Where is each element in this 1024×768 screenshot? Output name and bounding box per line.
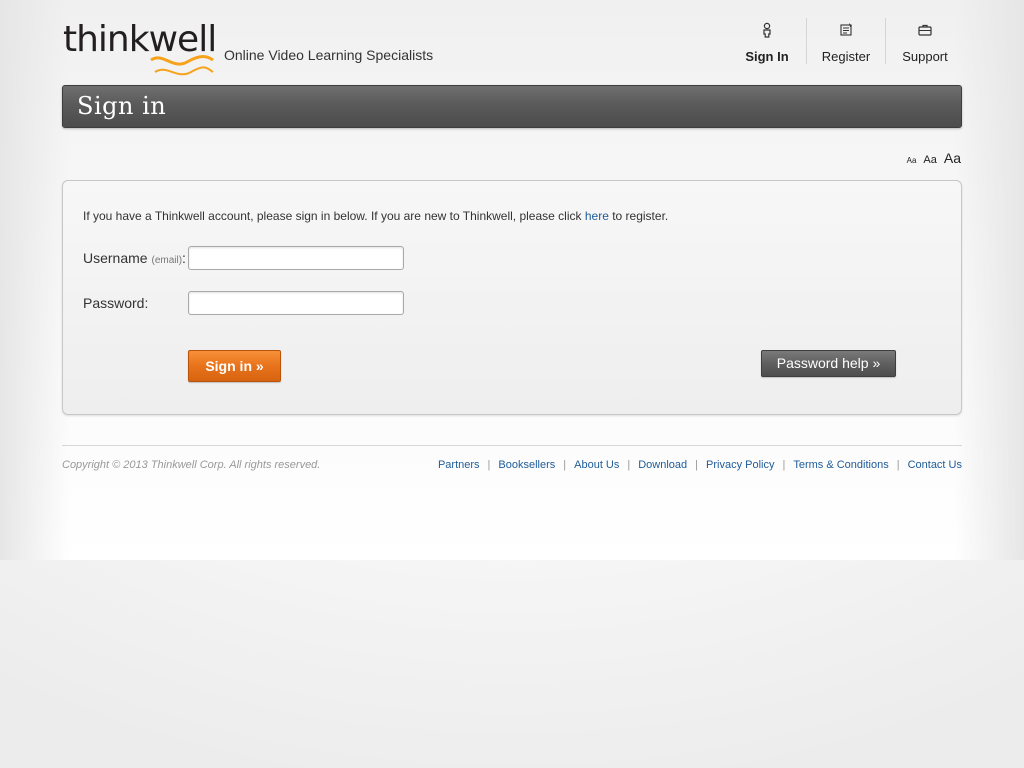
username-label-text: Username	[83, 250, 148, 266]
footer-link-about-us[interactable]: About Us	[574, 459, 619, 471]
briefcase-icon	[918, 24, 932, 36]
page-title: Sign in	[77, 92, 167, 120]
tagline: Online Video Learning Specialists	[224, 47, 434, 63]
footer-divider	[62, 445, 962, 446]
intro-text-before: If you have a Thinkwell account, please …	[83, 209, 585, 223]
footer-link-partners[interactable]: Partners	[438, 459, 480, 471]
font-size-small-button[interactable]: Aa	[907, 156, 917, 165]
thinkwell-logo[interactable]: thinkwell	[63, 18, 218, 82]
copyright-text: Copyright © 2013 Thinkwell Corp. All rig…	[62, 459, 321, 471]
sign-in-button[interactable]: Sign in »	[188, 350, 281, 382]
nav-sign-in-label: Sign In	[745, 49, 789, 64]
footer-link-privacy-policy[interactable]: Privacy Policy	[706, 459, 774, 471]
person-icon	[763, 22, 771, 38]
username-field[interactable]	[188, 246, 404, 270]
password-label: Password:	[83, 295, 149, 311]
page-title-bar: Sign in	[62, 85, 962, 128]
nav-sign-in[interactable]: Sign In	[728, 18, 806, 64]
nav-register[interactable]: Register	[806, 18, 885, 64]
footer-link-booksellers[interactable]: Booksellers	[498, 459, 555, 471]
register-here-link[interactable]: here	[585, 209, 609, 223]
font-size-medium-button[interactable]: Aa	[923, 154, 936, 166]
footer-link-download[interactable]: Download	[638, 459, 687, 471]
password-field[interactable]	[188, 291, 404, 315]
footer-separator: |	[627, 459, 631, 471]
register-icon	[840, 23, 852, 36]
nav-support[interactable]: Support	[885, 18, 964, 64]
font-size-controls: Aa Aa Aa	[900, 150, 961, 166]
nav-register-label: Register	[821, 49, 871, 64]
footer-link-terms[interactable]: Terms & Conditions	[793, 459, 888, 471]
username-colon: :	[182, 250, 186, 266]
username-label: Username (email):	[83, 250, 186, 266]
footer-separator: |	[782, 459, 786, 471]
footer-separator: |	[896, 459, 900, 471]
username-hint: (email)	[151, 255, 183, 266]
logo-swoosh-icon	[150, 55, 214, 76]
font-size-large-button[interactable]: Aa	[944, 150, 961, 166]
nav-support-label: Support	[902, 49, 948, 64]
intro-text-after: to register.	[608, 209, 669, 223]
footer-separator: |	[695, 459, 699, 471]
footer-links: Partners | Booksellers | About Us | Down…	[438, 459, 962, 471]
footer-separator: |	[563, 459, 567, 471]
footer-link-contact-us[interactable]: Contact Us	[908, 459, 962, 471]
top-nav: Sign In Register Support	[728, 18, 964, 66]
password-help-button[interactable]: Password help »	[761, 350, 896, 377]
intro-text: If you have a Thinkwell account, please …	[83, 209, 668, 223]
footer-separator: |	[487, 459, 491, 471]
sign-in-panel: If you have a Thinkwell account, please …	[62, 180, 962, 415]
